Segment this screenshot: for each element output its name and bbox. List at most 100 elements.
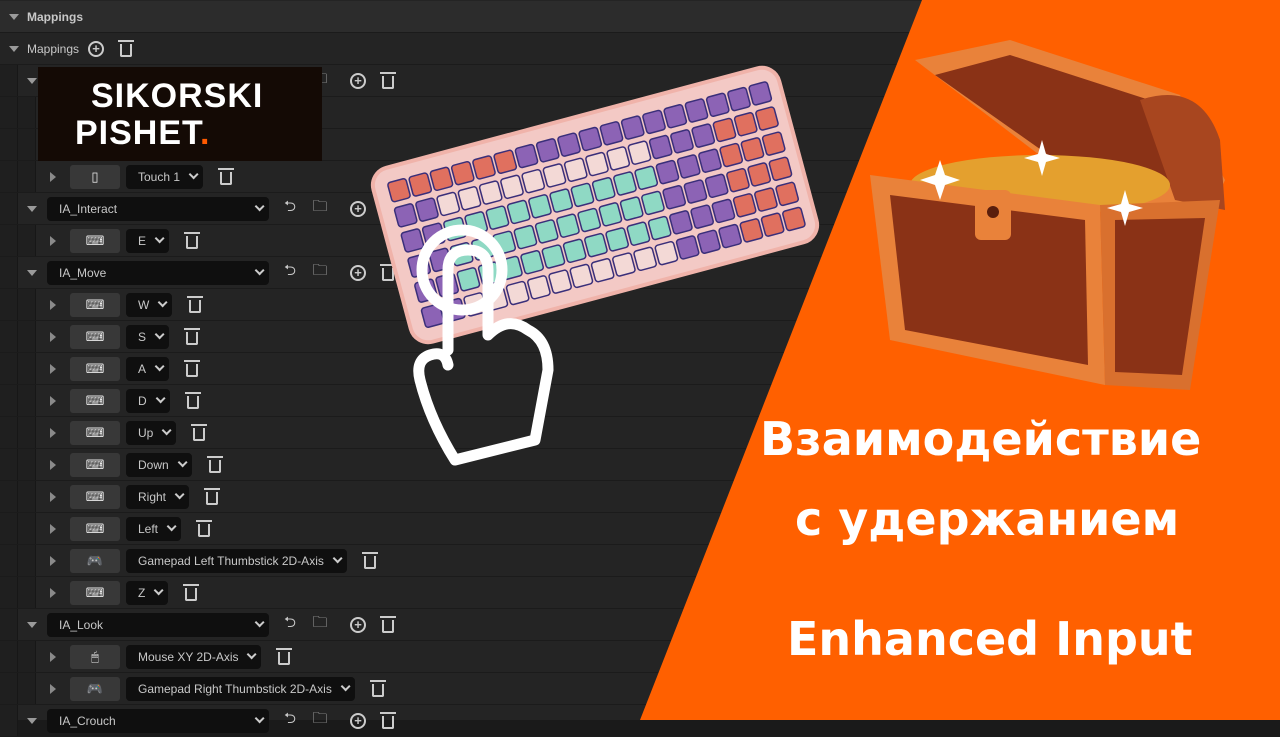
collapse-arrow-icon[interactable] [27, 77, 37, 84]
add-key-button[interactable]: + [347, 70, 369, 92]
key-name: Z [138, 585, 146, 600]
delete-key-button[interactable] [188, 422, 210, 444]
delete-key-button[interactable] [181, 326, 203, 348]
key-dropdown[interactable]: E [126, 228, 170, 253]
key-dropdown[interactable]: D [126, 388, 170, 413]
collapse-arrow-icon[interactable] [9, 13, 19, 20]
delete-action-button[interactable] [377, 262, 399, 284]
key-dropdown[interactable]: A [126, 356, 170, 381]
input-action-name: IA_Move [59, 265, 107, 280]
key-selector-button[interactable]: ⌨ [70, 228, 120, 253]
add-key-button[interactable]: + [347, 614, 369, 636]
use-selected-button[interactable]: ⮌ [279, 262, 301, 284]
key-selector-button[interactable]: ⌨ [70, 356, 120, 381]
key-selector-button[interactable]: ⌨ [70, 580, 120, 605]
use-selected-button[interactable]: ⮌ [279, 198, 301, 220]
delete-key-button[interactable] [273, 646, 295, 668]
expand-arrow-icon[interactable] [50, 235, 56, 246]
delete-key-button[interactable] [367, 678, 389, 700]
key-selector-button[interactable]: 🖱 [70, 644, 120, 669]
add-mapping-button[interactable]: + [85, 38, 107, 60]
logo-line2: PISHET [75, 114, 201, 152]
use-selected-button[interactable]: ⮌ [279, 614, 301, 636]
delete-key-button[interactable] [184, 294, 206, 316]
input-action-dropdown[interactable]: IA_Crouch [47, 708, 269, 733]
key-selector-button[interactable]: ⌨ [70, 516, 120, 541]
delete-key-button[interactable] [215, 166, 237, 188]
input-action-dropdown[interactable]: IA_Look [47, 612, 269, 637]
mappings-section-header[interactable]: Mappings [0, 1, 930, 33]
delete-action-button[interactable] [377, 710, 399, 732]
key-name: D [138, 393, 147, 408]
delete-action-button[interactable] [377, 70, 399, 92]
key-selector-button[interactable]: ⌨ [70, 484, 120, 509]
delete-action-button[interactable] [377, 614, 399, 636]
delete-key-button[interactable] [181, 358, 203, 380]
use-selected-button[interactable]: ⮌ [279, 710, 301, 732]
collapse-arrow-icon[interactable] [27, 269, 37, 276]
chevron-down-icon [154, 329, 165, 340]
input-action-dropdown[interactable]: IA_Move [47, 260, 269, 285]
expand-arrow-icon[interactable] [50, 171, 56, 182]
key-dropdown[interactable]: Mouse XY 2D-Axis [126, 644, 262, 669]
key-selector-button[interactable]: 🎮 [70, 676, 120, 701]
delete-key-button[interactable] [181, 230, 203, 252]
delete-key-button[interactable] [182, 390, 204, 412]
expand-arrow-icon[interactable] [50, 651, 56, 662]
expand-arrow-icon[interactable] [50, 555, 56, 566]
trash-icon [361, 551, 378, 569]
key-selector-button[interactable]: ⌨ [70, 324, 120, 349]
key-selector-button[interactable]: ⌨ [70, 420, 120, 445]
keyboard-icon: ⌨ [85, 296, 105, 312]
key-dropdown[interactable]: Gamepad Left Thumbstick 2D-Axis [126, 548, 347, 573]
delete-key-button[interactable] [201, 486, 223, 508]
add-key-button[interactable]: + [347, 198, 369, 220]
expand-arrow-icon[interactable] [50, 299, 56, 310]
key-dropdown[interactable]: Down [126, 452, 192, 477]
expand-arrow-icon[interactable] [50, 459, 56, 470]
expand-arrow-icon[interactable] [50, 395, 56, 406]
delete-key-button[interactable] [193, 518, 215, 540]
expand-arrow-icon[interactable] [50, 683, 56, 694]
expand-arrow-icon[interactable] [50, 427, 56, 438]
add-key-button[interactable]: + [347, 262, 369, 284]
key-dropdown[interactable]: S [126, 324, 170, 349]
chevron-down-icon [166, 521, 177, 532]
delete-key-button[interactable] [204, 454, 226, 476]
clear-mappings-button[interactable] [115, 38, 137, 60]
expand-arrow-icon[interactable] [50, 363, 56, 374]
expand-arrow-icon[interactable] [50, 587, 56, 598]
key-dropdown[interactable]: W [126, 292, 173, 317]
key-selector-button[interactable]: ⌨ [70, 388, 120, 413]
key-selector-button[interactable]: ⌨ [70, 292, 120, 317]
chevron-down-icon [155, 393, 166, 404]
add-key-button[interactable]: + [347, 710, 369, 732]
browse-asset-button[interactable]: 🗀 [309, 198, 331, 220]
key-selector-button[interactable]: ▯ [70, 164, 120, 189]
browse-asset-button[interactable]: 🗀 [309, 262, 331, 284]
expand-arrow-icon[interactable] [50, 491, 56, 502]
input-action-name: IA_Look [59, 617, 104, 632]
key-dropdown[interactable]: Touch 1 [126, 164, 204, 189]
key-dropdown[interactable]: Right [126, 484, 190, 509]
delete-key-button[interactable] [180, 582, 202, 604]
key-dropdown[interactable]: Z [126, 580, 169, 605]
key-selector-button[interactable]: 🎮 [70, 548, 120, 573]
delete-key-button[interactable] [359, 550, 381, 572]
key-dropdown[interactable]: Left [126, 516, 182, 541]
delete-action-button[interactable] [377, 198, 399, 220]
collapse-arrow-icon[interactable] [27, 621, 37, 628]
collapse-arrow-icon[interactable] [27, 205, 37, 212]
expand-arrow-icon[interactable] [50, 523, 56, 534]
input-action-dropdown[interactable]: IA_Interact [47, 196, 269, 221]
input-action-row: IA_Interact ⮌ 🗀 + [0, 193, 930, 225]
browse-asset-button[interactable]: 🗀 [309, 710, 331, 732]
collapse-arrow-icon[interactable] [27, 717, 37, 724]
browse-asset-button[interactable]: 🗀 [309, 614, 331, 636]
expand-arrow-icon[interactable] [50, 331, 56, 342]
key-selector-button[interactable]: ⌨ [70, 452, 120, 477]
key-dropdown[interactable]: Up [126, 420, 177, 445]
logo-line1: SIKORSKI [91, 77, 264, 115]
key-dropdown[interactable]: Gamepad Right Thumbstick 2D-Axis [126, 676, 355, 701]
collapse-arrow-icon[interactable] [9, 45, 19, 52]
